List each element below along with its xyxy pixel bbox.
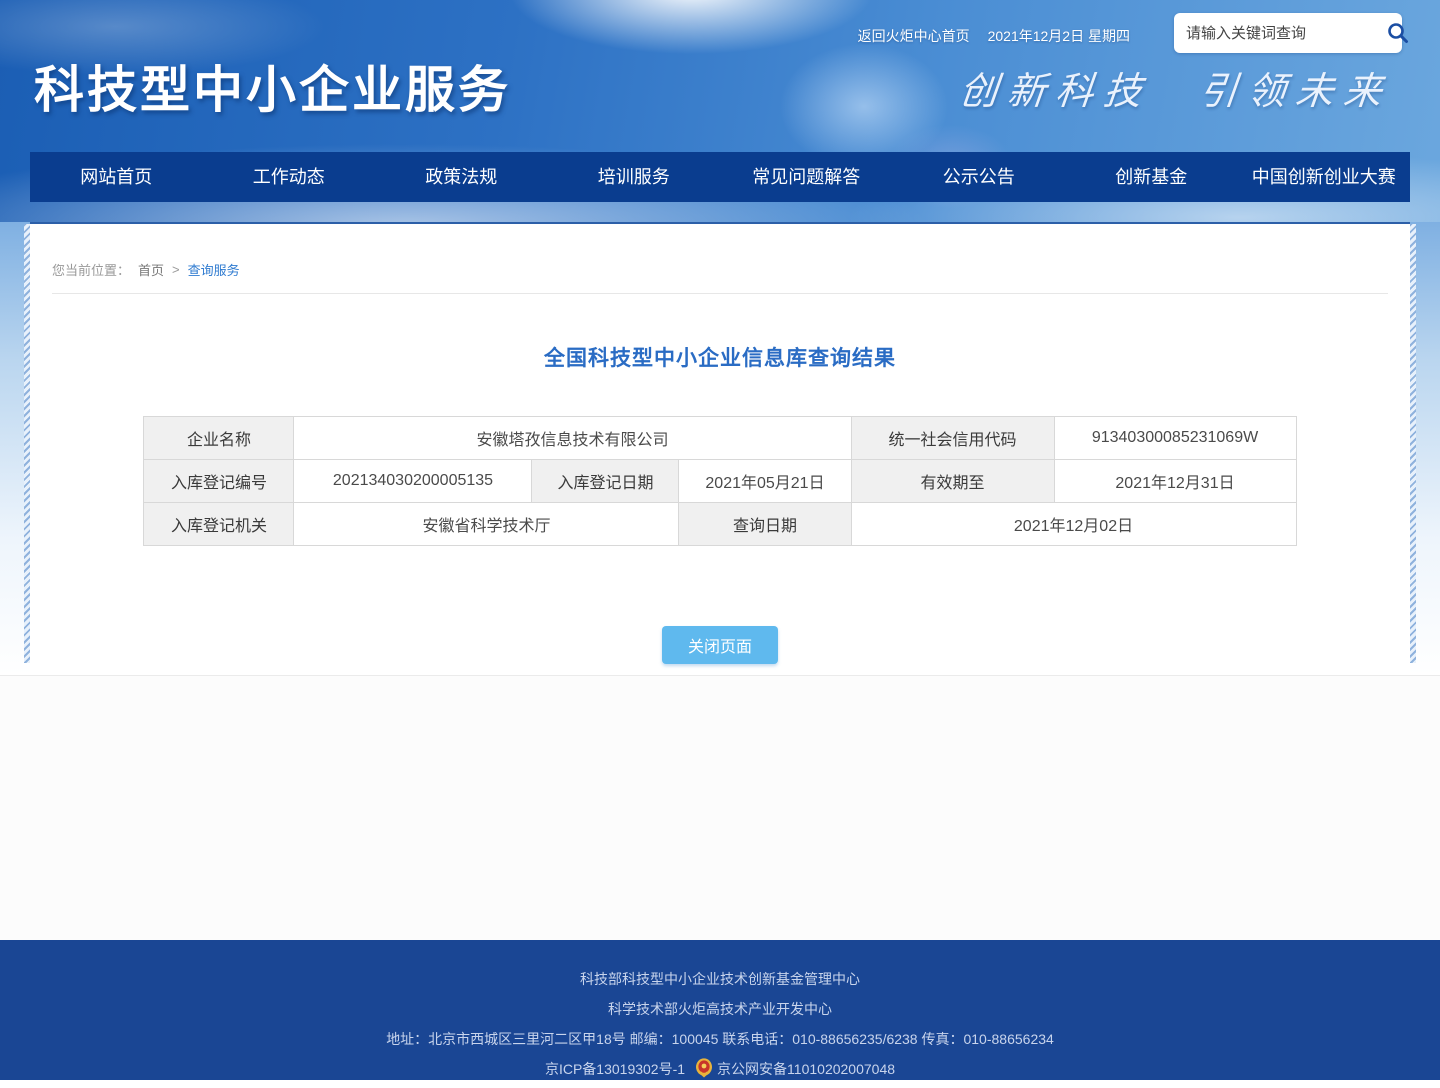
reg-authority-value: 安徽省科学技术厅 — [294, 503, 679, 546]
header-topbar: 返回火炬中心首页 2021年12月2日 星期四 — [858, 26, 1130, 46]
footer-org-line2: 科学技术部火炬高技术产业开发中心 — [0, 994, 1440, 1024]
nav-item-policy[interactable]: 政策法规 — [375, 152, 548, 202]
breadcrumb: 您当前位置： 首页 > 查询服务 — [30, 224, 1410, 279]
credit-code-value: 91340300085231069W — [1054, 417, 1296, 460]
footer-record-line: 京ICP备13019302号-1 京公网安备11010202007048 — [0, 1054, 1440, 1088]
reg-date-value: 2021年05月21日 — [679, 460, 851, 503]
nav-item-training[interactable]: 培训服务 — [548, 152, 721, 202]
reg-date-label: 入库登记日期 — [532, 460, 679, 503]
reg-authority-label: 入库登记机关 — [144, 503, 294, 546]
torch-center-home-link[interactable]: 返回火炬中心首页 — [858, 26, 970, 46]
site-logo-title: 科技型中小企业服务 — [34, 50, 511, 122]
close-page-button[interactable]: 关闭页面 — [662, 626, 778, 664]
company-name-value: 安徽塔孜信息技术有限公司 — [294, 417, 851, 460]
footer-address-line: 地址：北京市西城区三里河二区甲18号 邮编：100045 联系电话：010-88… — [0, 1024, 1440, 1054]
current-date: 2021年12月2日 星期四 — [988, 26, 1130, 46]
page-background: 您当前位置： 首页 > 查询服务 全国科技型中小企业信息库查询结果 企业名称 安… — [0, 222, 1440, 675]
breadcrumb-label: 您当前位置： — [52, 260, 130, 279]
breadcrumb-home-link[interactable]: 首页 — [138, 260, 164, 279]
search-icon[interactable] — [1385, 20, 1411, 46]
breadcrumb-separator: > — [172, 262, 180, 277]
footer-org-line1: 科技部科技型中小企业技术创新基金管理中心 — [0, 964, 1440, 994]
credit-code-label: 统一社会信用代码 — [851, 417, 1054, 460]
panel-edge-decoration — [24, 224, 30, 663]
query-date-label: 查询日期 — [679, 503, 851, 546]
panel-edge-decoration — [1410, 224, 1416, 663]
nav-item-announce[interactable]: 公示公告 — [893, 152, 1066, 202]
search-input[interactable] — [1186, 25, 1385, 42]
valid-until-value: 2021年12月31日 — [1054, 460, 1296, 503]
nav-item-contest[interactable]: 中国创新创业大赛 — [1238, 152, 1411, 202]
page-title: 全国科技型中小企业信息库查询结果 — [30, 342, 1410, 372]
police-badge-icon — [695, 1058, 713, 1088]
content-panel: 您当前位置： 首页 > 查询服务 全国科技型中小企业信息库查询结果 企业名称 安… — [30, 222, 1410, 675]
reg-no-label: 入库登记编号 — [144, 460, 294, 503]
nav-item-fund[interactable]: 创新基金 — [1065, 152, 1238, 202]
table-row: 企业名称 安徽塔孜信息技术有限公司 统一社会信用代码 9134030008523… — [144, 417, 1296, 460]
table-row: 入库登记机关 安徽省科学技术厅 查询日期 2021年12月02日 — [144, 503, 1296, 546]
nav-item-faq[interactable]: 常见问题解答 — [720, 152, 893, 202]
icp-record-link[interactable]: 京ICP备13019302号-1 — [545, 1061, 685, 1077]
valid-until-label: 有效期至 — [851, 460, 1054, 503]
query-date-value: 2021年12月02日 — [851, 503, 1296, 546]
police-record-link[interactable]: 京公网安备11010202007048 — [717, 1061, 895, 1077]
nav-item-home[interactable]: 网站首页 — [30, 152, 203, 202]
main-nav: 网站首页 工作动态 政策法规 培训服务 常见问题解答 公示公告 创新基金 中国创… — [30, 152, 1410, 202]
reg-no-value: 202134030200005135 — [294, 460, 532, 503]
table-row: 入库登记编号 202134030200005135 入库登记日期 2021年05… — [144, 460, 1296, 503]
site-header: 返回火炬中心首页 2021年12月2日 星期四 科技型中小企业服务 创新科技 引… — [0, 0, 1440, 222]
search-box — [1174, 13, 1402, 53]
nav-item-news[interactable]: 工作动态 — [203, 152, 376, 202]
query-result-table: 企业名称 安徽塔孜信息技术有限公司 统一社会信用代码 9134030008523… — [143, 416, 1296, 546]
breadcrumb-divider — [52, 293, 1388, 294]
breadcrumb-current-link[interactable]: 查询服务 — [188, 260, 240, 279]
site-slogan: 创新科技 引领未来 — [957, 60, 1395, 115]
site-footer: 科技部科技型中小企业技术创新基金管理中心 科学技术部火炬高技术产业开发中心 地址… — [0, 940, 1440, 1080]
company-name-label: 企业名称 — [144, 417, 294, 460]
lower-spacer — [0, 675, 1440, 940]
